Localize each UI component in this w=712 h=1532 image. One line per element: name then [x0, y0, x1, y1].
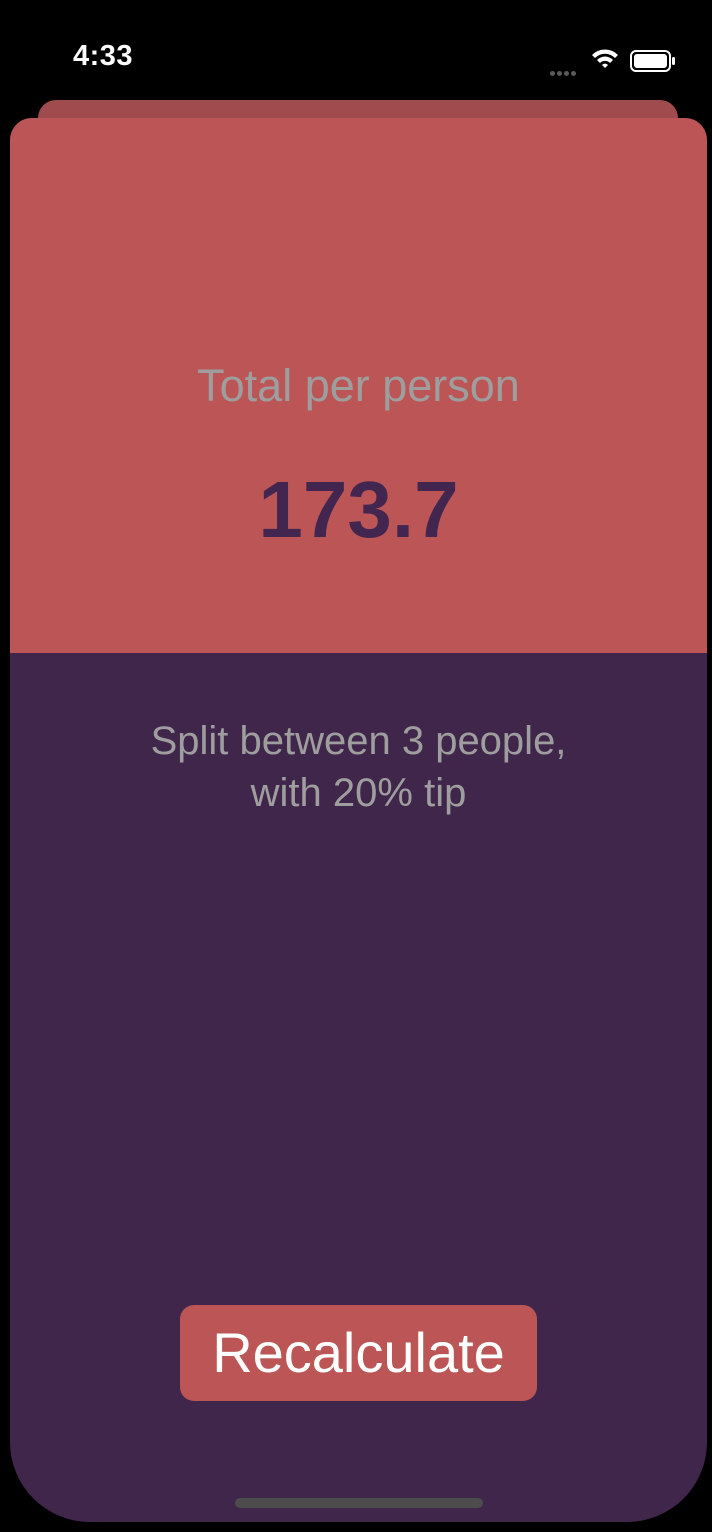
wifi-icon	[592, 49, 618, 68]
recalculate-button[interactable]: Recalculate	[180, 1305, 537, 1401]
split-summary: Split between 3 people, with 20% tip	[10, 715, 707, 819]
split-summary-line-1: Split between 3 people,	[150, 719, 567, 763]
app-screen: 4:33 Total per person 173.7 Split betwee…	[0, 0, 712, 1532]
result-sheet: Total per person 173.7 Split between 3 p…	[10, 118, 707, 1522]
home-indicator[interactable]	[235, 1498, 483, 1508]
split-summary-line-2: with 20% tip	[250, 771, 467, 815]
battery-icon	[630, 50, 675, 72]
status-bar: 4:33	[0, 0, 712, 110]
total-panel: Total per person 173.7	[10, 118, 707, 653]
settings-panel: Split between 3 people, with 20% tip Rec…	[10, 653, 707, 1522]
signal-icon	[550, 63, 580, 76]
total-per-person-value: 173.7	[258, 465, 459, 554]
total-per-person-label: Total per person	[197, 360, 520, 411]
status-time: 4:33	[73, 40, 134, 72]
